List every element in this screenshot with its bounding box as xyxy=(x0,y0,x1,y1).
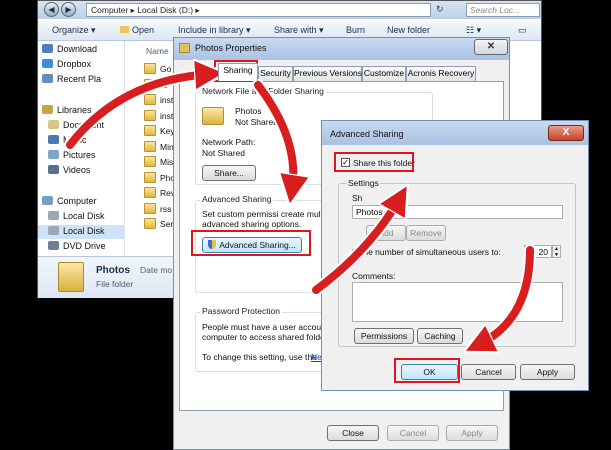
arrow-to-sharing-tab-outline xyxy=(64,68,216,151)
arrow-to-ok xyxy=(478,246,534,345)
tab-sharing[interactable]: Sharing xyxy=(218,63,258,81)
arrow-to-share-checkbox xyxy=(312,198,400,294)
annotation-arrows xyxy=(64,0,536,450)
